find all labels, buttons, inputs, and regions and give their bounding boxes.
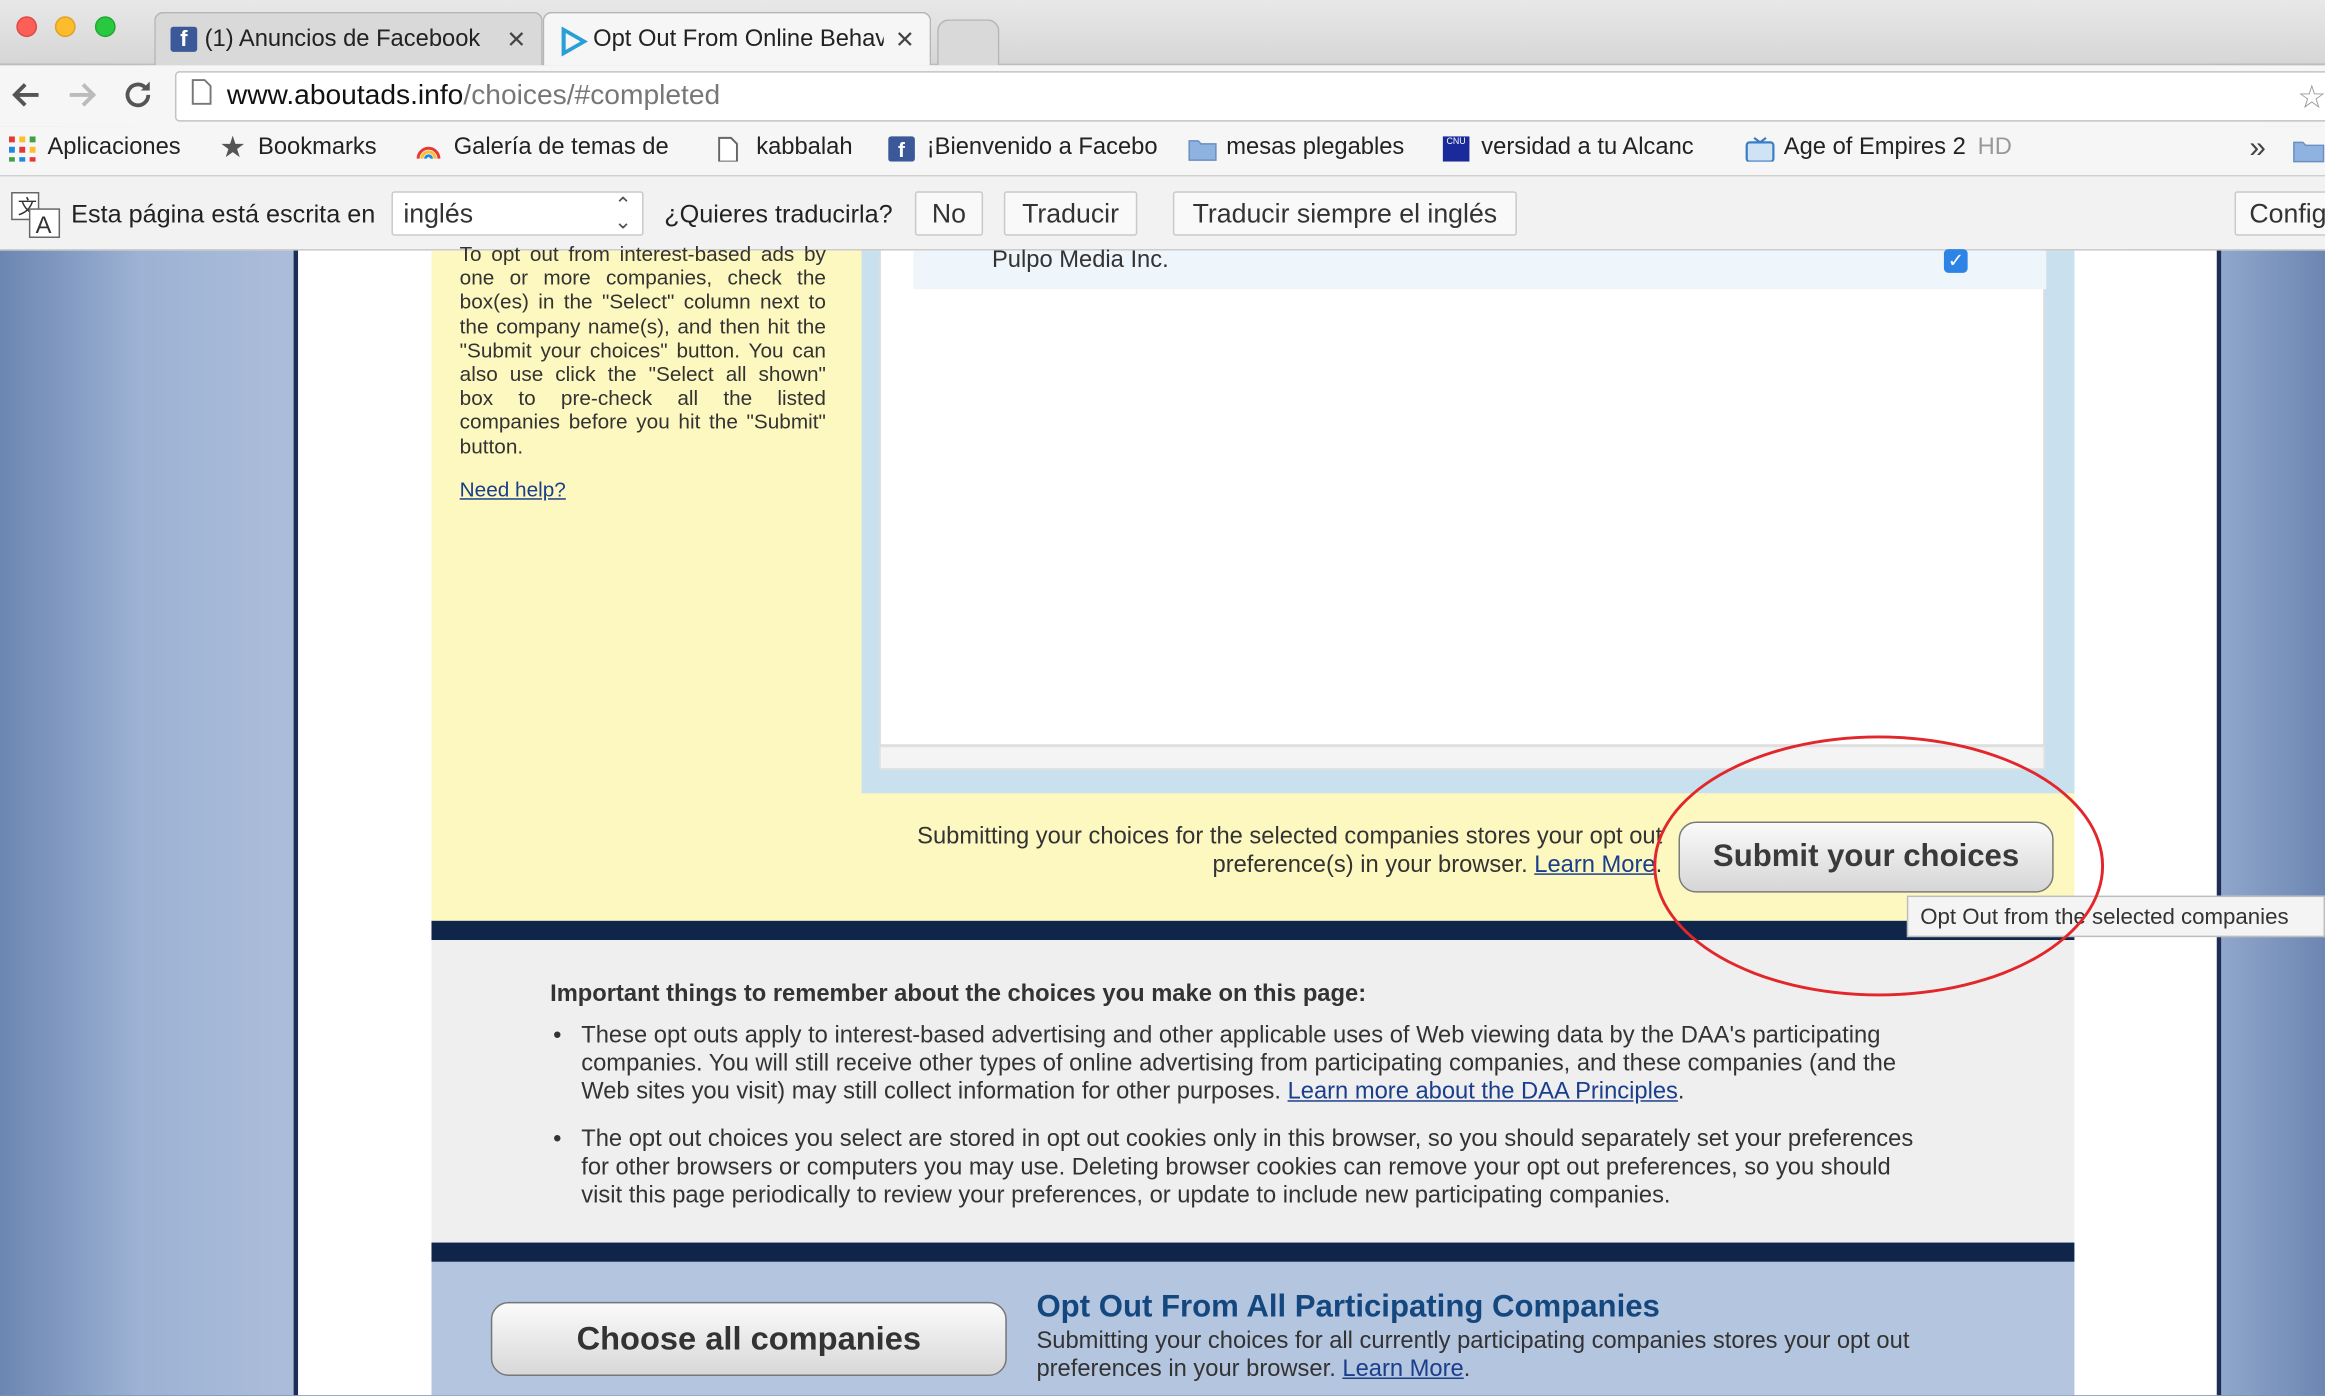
company-name: Pulpo Media Inc. (991, 247, 1169, 273)
bookmark-label: kabbalah (756, 134, 853, 161)
tab-opt-out[interactable]: Opt Out From Online Behav ✕ (542, 11, 932, 66)
bookmark-label: ¡Bienvenido a Facebo (926, 134, 1158, 161)
opt-out-all-description: Submitting your choices for all currentl… (1036, 1328, 1910, 1382)
opt-out-all-text: Submitting your choices for all currentl… (1036, 1328, 1910, 1382)
company-list[interactable]: Pulpo Media Inc. ✓ (879, 247, 2047, 746)
url-domain: www.aboutads.info (226, 80, 464, 112)
horizontal-scrollbar[interactable] (879, 745, 2045, 770)
reload-icon[interactable] (120, 77, 156, 120)
close-tab-icon[interactable]: ✕ (895, 24, 915, 54)
opt-out-all-heading: Opt Out From All Participating Companies (1036, 1290, 1660, 1325)
selection-section: To opt out from interest-based ads by on… (431, 242, 2075, 921)
submit-choices-button[interactable]: Submit your choices (1678, 821, 2054, 893)
bookmark-mesas[interactable]: mesas plegables (1188, 135, 1418, 162)
url-path: /choices/#completed (463, 80, 721, 112)
tab-facebook-ads[interactable]: f (1) Anuncios de Facebook ✕ (154, 11, 543, 66)
translate-prompt: Esta página está escrita en (71, 200, 376, 229)
bookmark-label: Aplicaciones (47, 134, 181, 161)
bookmark-label: Age of Empires 2 (1783, 134, 1966, 161)
screen: f (1) Anuncios de Facebook ✕ Opt Out Fro… (0, 0, 2325, 1396)
instructions-text: To opt out from interest-based ads by on… (459, 241, 826, 458)
page-icon (718, 136, 745, 162)
translate-icon: 文A (10, 191, 61, 246)
tooltip: Opt Out from the selected companies (1906, 895, 2325, 938)
bullet-text: These opt outs apply to interest-based a… (581, 1023, 1897, 1105)
choose-all-companies-button[interactable]: Choose all companies (490, 1301, 1007, 1377)
bookmark-facebook[interactable]: f ¡Bienvenido a Facebo (888, 135, 1161, 162)
site-icon: CNU (1442, 135, 1470, 161)
list-item: The opt out choices you select are store… (550, 1125, 1929, 1210)
maximize-window-button[interactable] (94, 16, 116, 38)
bookmark-label: Bookmarks (258, 134, 377, 161)
bookmark-label: versidad a tu Alcanc (1481, 134, 1694, 161)
folder-icon[interactable] (2292, 138, 2325, 171)
bookmark-label-suffix: HD (1977, 134, 2012, 161)
address-bar[interactable]: www.aboutads.info/choices/#completed ☆ (174, 71, 2325, 122)
bookmarks-bar: Aplicaciones ★ Bookmarks Galería de tema… (0, 126, 2325, 177)
facebook-icon: f (170, 26, 198, 52)
bookmark-universidad[interactable]: CNU versidad a tu Alcanc (1442, 134, 1717, 162)
bookmarks-overflow-button[interactable]: » (2249, 132, 2265, 166)
facebook-icon: f (888, 135, 915, 161)
close-window-button[interactable] (16, 16, 38, 38)
submit-description: Submitting your choices for the selected… (917, 824, 1663, 878)
important-list: These opt outs apply to interest-based a… (550, 1022, 1929, 1230)
important-heading: Important things to remember about the c… (550, 981, 1367, 1007)
bookmark-label: mesas plegables (1226, 134, 1405, 161)
browser-toolbar: www.aboutads.info/choices/#completed ☆ (0, 65, 2325, 127)
language-select[interactable]: inglés ⌃ ⌄ (391, 191, 644, 236)
svg-text:A: A (36, 213, 52, 239)
translate-question: ¿Quieres traducirla? (664, 200, 893, 229)
tab-title: (1) Anuncios de Facebook (204, 25, 481, 52)
back-arrow-icon[interactable] (9, 77, 45, 120)
new-tab-button[interactable] (937, 19, 1000, 66)
company-row[interactable]: Pulpo Media Inc. ✓ (913, 247, 2047, 290)
bullet-text: The opt out choices you select are store… (581, 1126, 1914, 1209)
page-content: To opt out from interest-based ads by on… (293, 242, 2222, 1396)
daa-icon (559, 26, 588, 57)
translate-bar: 文A Esta página está escrita en inglés ⌃ ⌄… (0, 176, 2325, 251)
no-button[interactable]: No (914, 191, 984, 236)
bookmark-kabbalah[interactable]: kabbalah (718, 135, 866, 162)
close-tab-icon[interactable]: ✕ (507, 24, 527, 54)
folder-icon (1188, 136, 1217, 161)
bookmark-galeria[interactable]: Galería de temas de (415, 135, 689, 162)
bookmark-label: Galería de temas de (453, 134, 669, 161)
forward-arrow-icon[interactable] (64, 77, 100, 120)
tab-title: Opt Out From Online Behav (593, 25, 884, 52)
config-button[interactable]: Config (2234, 191, 2325, 236)
divider (431, 1242, 2075, 1262)
bookmark-aplicaciones[interactable]: Aplicaciones (8, 134, 202, 162)
tv-icon (1745, 136, 1775, 162)
bookmark-age-of-empires[interactable]: Age of Empires 2 HD (1745, 135, 2027, 162)
page-icon (191, 79, 212, 115)
company-list-frame: Pulpo Media Inc. ✓ (861, 247, 2075, 794)
chevron-updown-icon: ⌃ ⌄ (614, 192, 632, 233)
opt-out-all-section: Choose all companies Opt Out From All Pa… (431, 1261, 2075, 1396)
company-select-checkbox[interactable]: ✓ (1943, 249, 1968, 273)
learn-more-link[interactable]: Learn More (1342, 1357, 1463, 1382)
star-icon: ★ (219, 134, 247, 162)
daa-principles-link[interactable]: Learn more about the DAA Principles (1288, 1079, 1678, 1104)
star-icon[interactable]: ☆ (2297, 79, 2325, 118)
apps-grid-icon (8, 135, 36, 162)
important-notes-section: Important things to remember about the c… (431, 940, 2075, 1243)
divider (431, 920, 2075, 941)
language-select-value: inglés (403, 197, 474, 228)
learn-more-link[interactable]: Learn More (1534, 853, 1655, 878)
list-item: These opt outs apply to interest-based a… (550, 1022, 1929, 1107)
need-help-link[interactable]: Need help? (460, 477, 566, 501)
always-translate-button[interactable]: Traducir siempre el inglés (1172, 191, 1517, 236)
window-titlebar: f (1) Anuncios de Facebook ✕ Opt Out Fro… (0, 0, 2325, 66)
minimize-window-button[interactable] (54, 16, 76, 38)
rainbow-icon (415, 136, 442, 161)
translate-button[interactable]: Traducir (1003, 191, 1138, 236)
bookmark-bookmarks[interactable]: ★ Bookmarks (219, 135, 390, 162)
